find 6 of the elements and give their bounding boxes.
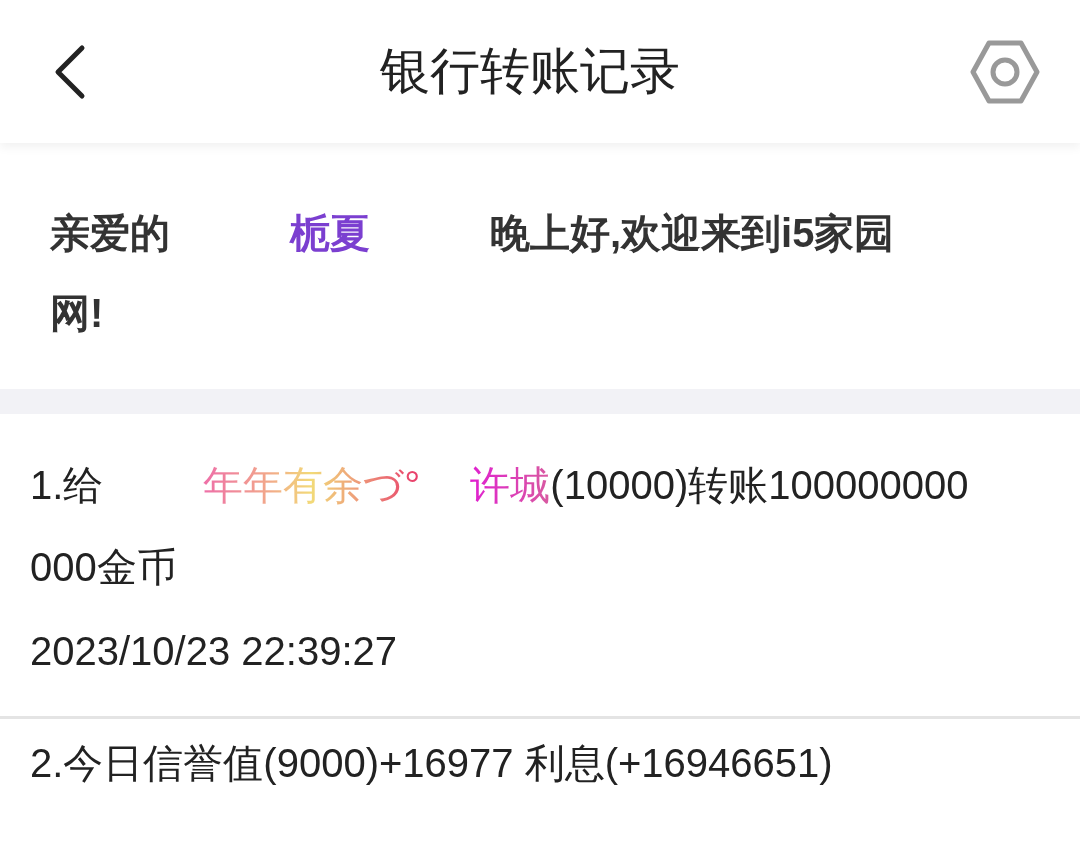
record-text: 1.给 年年有余づ° 许城(10000)转账100000000000金币 [30,462,970,591]
page-title: 银行转账记录 [380,42,680,101]
greeting-text: 亲爱的 栀夏 晚上好,欢迎来到i5家园网! [49,210,896,337]
settings-icon[interactable] [970,39,1040,104]
record-text: 2.今日信誉值(9000)+16977 利息(+16946651) [30,740,834,787]
record-time: 2023/10/23 22:39:27 [30,628,398,675]
